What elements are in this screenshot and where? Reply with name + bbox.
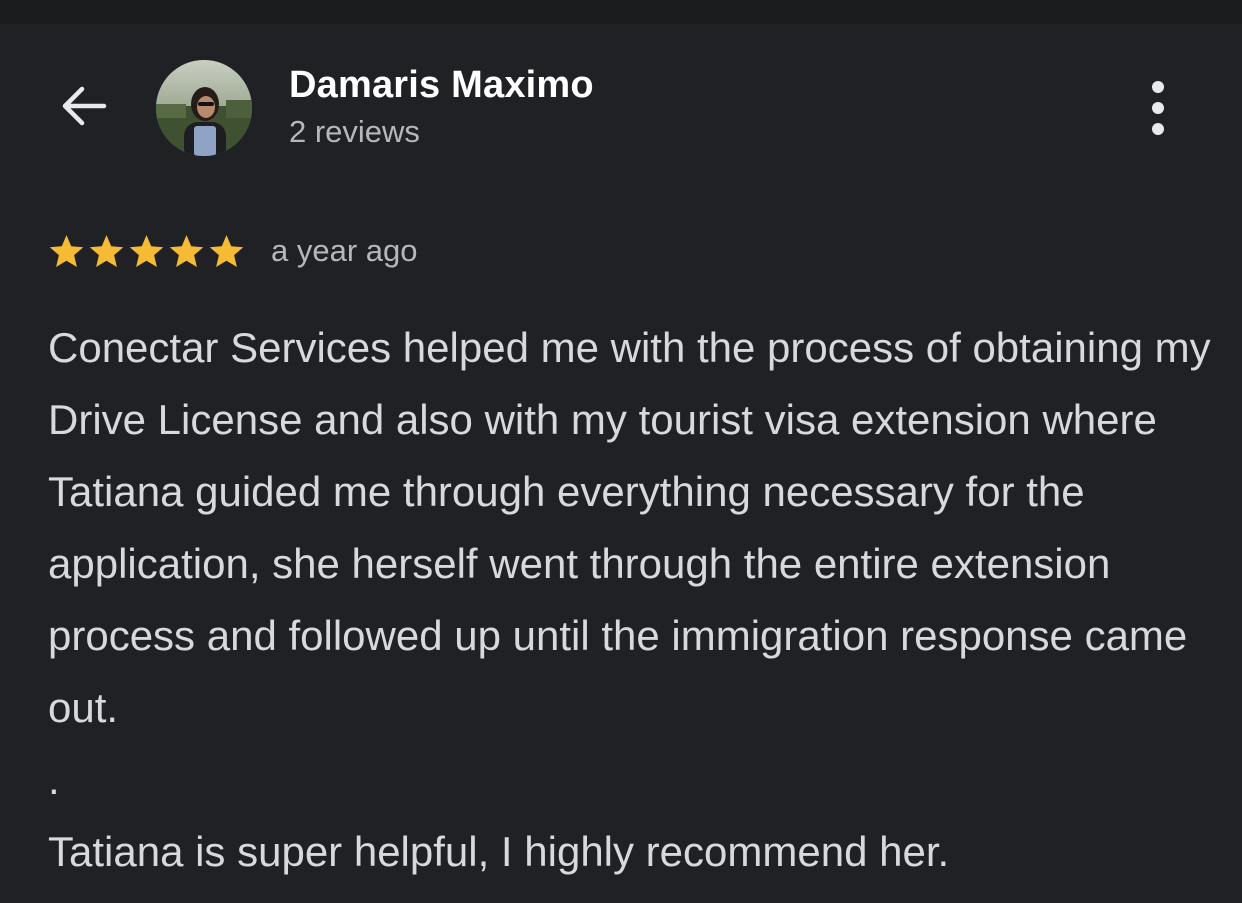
- avatar-photo: [156, 60, 252, 156]
- star-icon: [49, 234, 84, 267]
- star-icon: [169, 234, 204, 267]
- star-icon: [209, 234, 244, 267]
- rating-row: a year ago: [48, 226, 418, 276]
- back-button[interactable]: [48, 70, 120, 142]
- more-vertical-icon: [1152, 81, 1164, 135]
- arrow-left-icon: [62, 86, 107, 126]
- review-time: a year ago: [271, 233, 418, 268]
- review-count: 2 reviews: [289, 114, 420, 149]
- avatar[interactable]: [156, 60, 252, 156]
- star-icon: [89, 234, 124, 267]
- review-paragraph: Conectar Services helped me with the pro…: [48, 324, 1211, 731]
- review-body: Conectar Services helped me with the pro…: [48, 312, 1218, 888]
- reviewer-name[interactable]: Damaris Maximo: [289, 64, 594, 107]
- more-options-button[interactable]: [1128, 72, 1188, 144]
- star-rating: [48, 233, 245, 270]
- status-bar: [0, 0, 1242, 24]
- star-icon: [129, 234, 164, 267]
- review-paragraph: .: [48, 756, 60, 803]
- reviewer-header: Damaris Maximo 2 reviews: [0, 40, 1242, 180]
- review-paragraph: Tatiana is super helpful, I highly recom…: [48, 828, 950, 875]
